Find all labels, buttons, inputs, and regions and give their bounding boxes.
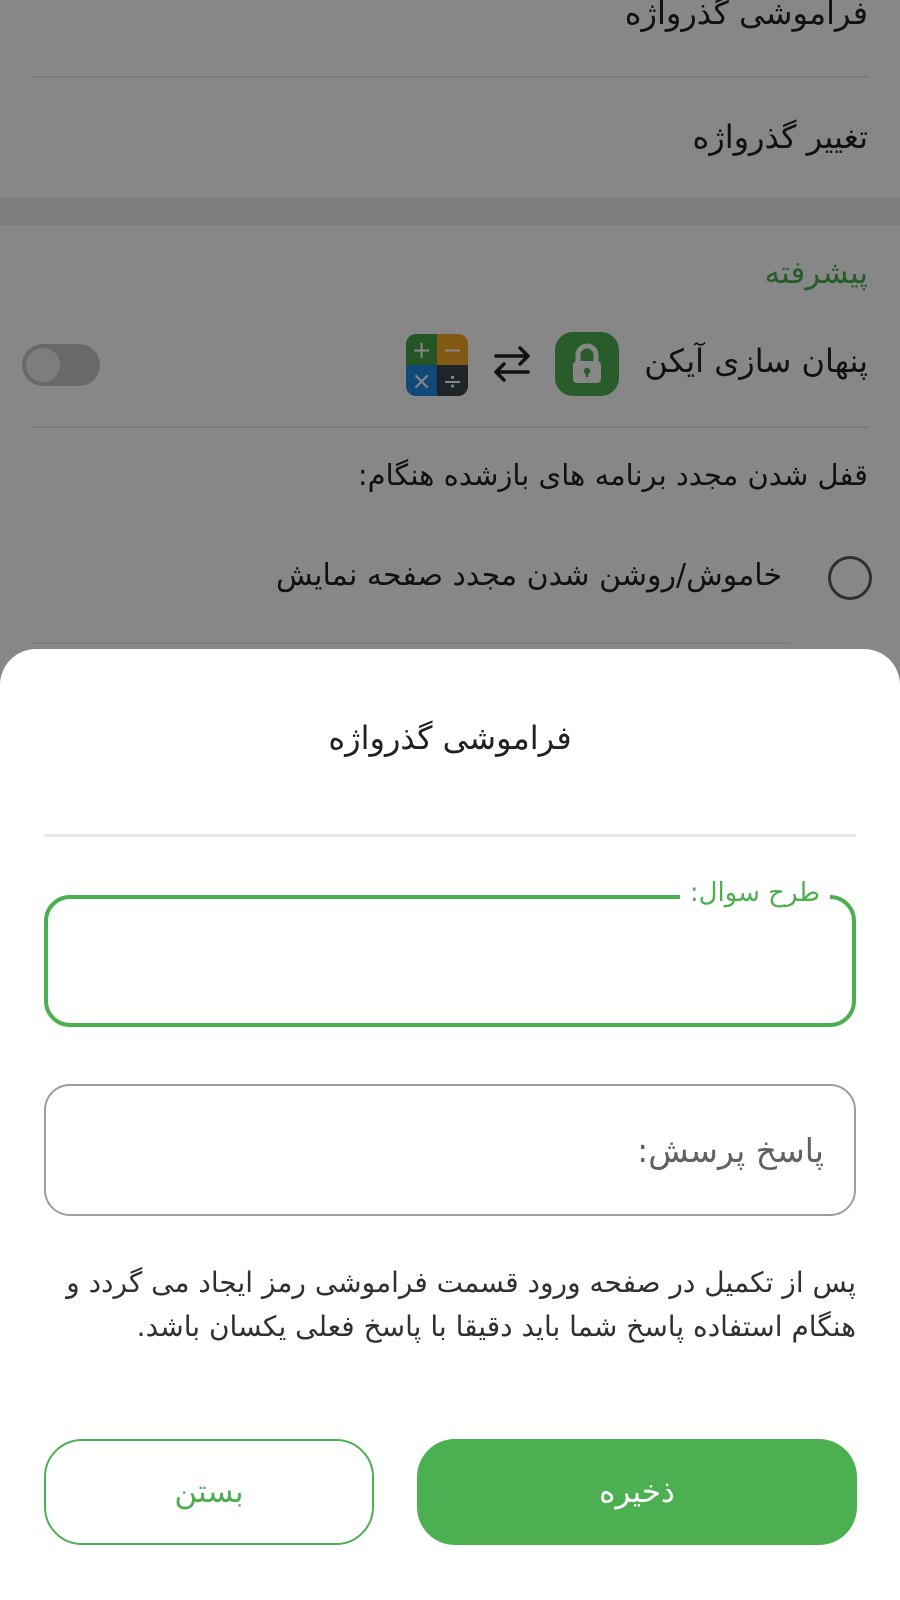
- dialog-divider: [44, 834, 856, 837]
- answer-field[interactable]: [44, 1084, 856, 1216]
- save-button[interactable]: ذخیره: [417, 1439, 857, 1545]
- question-field[interactable]: طرح سوال:: [44, 873, 856, 1027]
- close-button[interactable]: بستن: [44, 1439, 374, 1545]
- question-input[interactable]: [72, 899, 822, 1023]
- answer-input[interactable]: [70, 1086, 824, 1214]
- forgot-password-dialog: فراموشی گذرواژه طرح سوال: پس از تکمیل در…: [0, 649, 900, 1600]
- dialog-hint-text: پس از تکمیل در صفحه ورود قسمت فراموشی رم…: [66, 1266, 856, 1343]
- dialog-title: فراموشی گذرواژه: [328, 719, 572, 757]
